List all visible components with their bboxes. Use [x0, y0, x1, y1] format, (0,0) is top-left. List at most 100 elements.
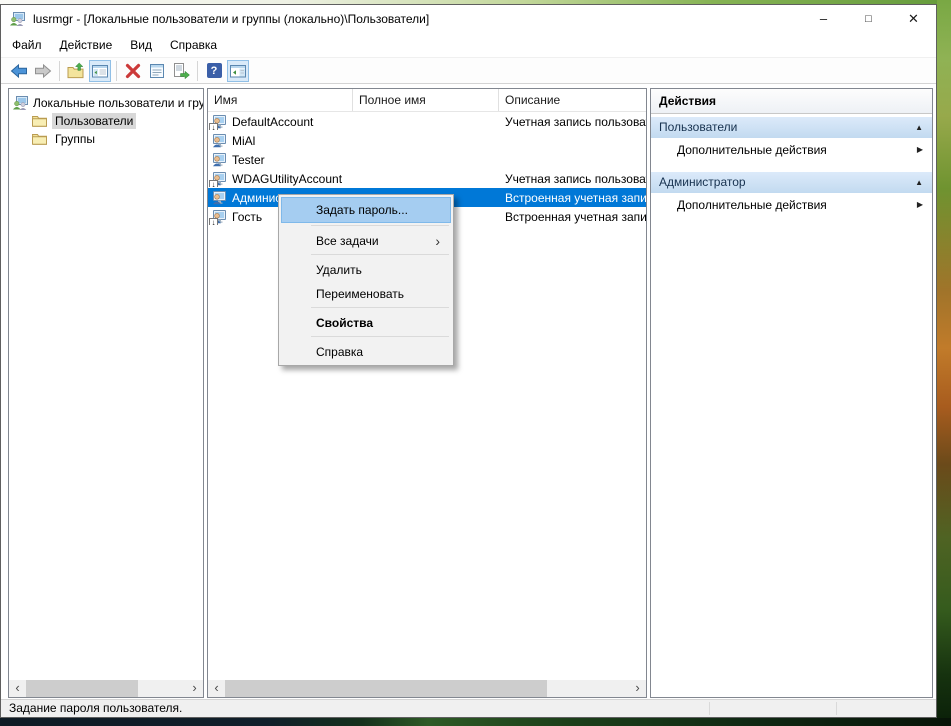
user-name: DefaultAccount	[232, 115, 313, 129]
delete-button[interactable]	[122, 60, 144, 82]
caption-buttons: – □ ✕	[801, 5, 936, 32]
menu-separator	[311, 336, 449, 337]
column-header-fullname[interactable]: Полное имя	[353, 89, 499, 111]
console-body: Локальные пользователи и гру Пользовател…	[1, 84, 936, 699]
user-name: MiAl	[232, 134, 255, 148]
menu-help[interactable]: Справка	[161, 35, 226, 55]
console-tree-toggle-button[interactable]	[89, 60, 111, 82]
scroll-right-icon[interactable]: ›	[186, 680, 203, 697]
scroll-right-icon[interactable]: ›	[629, 680, 646, 697]
menu-view[interactable]: Вид	[121, 35, 161, 55]
toolbar: ?	[1, 57, 936, 84]
titlebar[interactable]: lusrmgr - [Локальные пользователи и груп…	[1, 5, 936, 32]
menu-action[interactable]: Действие	[51, 35, 122, 55]
maximize-button[interactable]: □	[846, 5, 891, 32]
toolbar-separator	[197, 61, 198, 81]
up-folder-button[interactable]	[65, 60, 87, 82]
scroll-left-icon[interactable]: ‹	[9, 680, 26, 697]
action-pane-toggle-icon	[229, 62, 247, 80]
app-icon	[9, 11, 25, 27]
actions-section-administrator-label: Администратор	[659, 175, 746, 189]
toolbar-separator	[116, 61, 117, 81]
user-icon: ↓	[211, 209, 227, 225]
actions-panel: Действия Пользователи ▲ Дополнительные д…	[650, 88, 933, 698]
user-icon: ↓	[211, 114, 227, 130]
user-list-panel: Имя Полное имя Описание ↓ DefaultAccount…	[207, 88, 647, 698]
table-row[interactable]: MiAl	[208, 131, 646, 150]
user-name: WDAGUtilityAccount	[232, 172, 342, 186]
properties-button[interactable]	[146, 60, 168, 82]
menu-file[interactable]: Файл	[3, 35, 51, 55]
context-menu-item-set-password[interactable]: Задать пароль...	[281, 197, 451, 223]
collapse-icon[interactable]: ▲	[915, 117, 923, 138]
maximize-icon: □	[865, 13, 872, 25]
column-header-name[interactable]: Имя	[208, 89, 353, 111]
actions-section-administrator[interactable]: Администратор ▲	[651, 172, 932, 193]
list-header: Имя Полное имя Описание	[208, 89, 646, 112]
minimize-icon: –	[820, 11, 827, 26]
close-icon: ✕	[908, 11, 919, 27]
close-button[interactable]: ✕	[891, 5, 936, 32]
desktop-wallpaper-right	[937, 0, 951, 726]
help-icon: ?	[207, 63, 222, 78]
lusrmgr-window: lusrmgr - [Локальные пользователи и груп…	[0, 4, 937, 718]
submenu-arrow-icon: ▶	[917, 138, 923, 162]
export-list-icon	[172, 62, 190, 80]
table-row[interactable]: Tester	[208, 150, 646, 169]
properties-icon	[148, 62, 166, 80]
user-icon: ↓	[211, 171, 227, 187]
help-button[interactable]: ?	[203, 60, 225, 82]
collapse-icon[interactable]: ▲	[915, 172, 923, 193]
menu-separator	[311, 254, 449, 255]
tree-horizontal-scrollbar[interactable]: ‹ ›	[9, 680, 203, 697]
menu-separator	[311, 307, 449, 308]
list-horizontal-scrollbar[interactable]: ‹ ›	[208, 680, 646, 697]
export-list-button[interactable]	[170, 60, 192, 82]
action-pane-toggle-button[interactable]	[227, 60, 249, 82]
console-tree-toggle-icon	[91, 62, 109, 80]
user-name: Гость	[232, 210, 262, 224]
context-menu-item-delete[interactable]: Удалить	[281, 257, 451, 281]
tree-item-users[interactable]: Пользователи	[32, 112, 203, 130]
tree-item-groups[interactable]: Группы	[32, 130, 203, 148]
scroll-left-icon[interactable]: ‹	[208, 680, 225, 697]
scrollbar-thumb[interactable]	[225, 680, 547, 697]
user-description: Учетная запись пользоват	[499, 172, 646, 186]
local-users-groups-icon	[12, 95, 28, 111]
toolbar-separator	[59, 61, 60, 81]
action-item-more-actions-users[interactable]: Дополнительные действия ▶	[651, 138, 932, 162]
user-icon	[211, 190, 227, 206]
table-row[interactable]: ↓ DefaultAccount Учетная запись пользова…	[208, 112, 646, 131]
minimize-button[interactable]: –	[801, 5, 846, 32]
back-button[interactable]	[8, 60, 30, 82]
tree-root-local-users-groups[interactable]: Локальные пользователи и гру	[12, 93, 203, 112]
context-menu-item-all-tasks[interactable]: Все задачи ›	[281, 228, 451, 252]
context-menu-item-help[interactable]: Справка	[281, 339, 451, 363]
actions-panel-title: Действия	[651, 89, 932, 114]
menubar: Файл Действие Вид Справка	[1, 32, 936, 57]
submenu-arrow-icon: ›	[435, 229, 440, 253]
context-menu-item-properties[interactable]: Свойства	[281, 310, 451, 334]
user-description: Учетная запись пользоват	[499, 115, 646, 129]
actions-section-users[interactable]: Пользователи ▲	[651, 117, 932, 138]
status-text: Задание пароля пользователя.	[9, 701, 182, 715]
forward-button[interactable]	[32, 60, 54, 82]
column-header-description[interactable]: Описание	[499, 89, 646, 111]
user-icon	[211, 133, 227, 149]
user-description: Встроенная учетная запис	[499, 191, 646, 205]
console-tree-panel: Локальные пользователи и гру Пользовател…	[8, 88, 204, 698]
tree-item-groups-label: Группы	[52, 131, 98, 147]
user-name: Tester	[232, 153, 265, 167]
table-row[interactable]: ↓ WDAGUtilityAccount Учетная запись поль…	[208, 169, 646, 188]
action-item-more-actions-administrator[interactable]: Дополнительные действия ▶	[651, 193, 932, 217]
delete-icon	[124, 62, 142, 80]
tree-item-users-label: Пользователи	[52, 113, 136, 129]
scrollbar-thumb[interactable]	[26, 680, 138, 697]
context-menu-item-rename[interactable]: Переименовать	[281, 281, 451, 305]
user-icon	[211, 152, 227, 168]
status-separator	[836, 702, 837, 715]
actions-section-users-label: Пользователи	[659, 120, 737, 134]
up-folder-icon	[67, 62, 85, 80]
disabled-badge-icon: ↓	[209, 123, 218, 130]
back-icon	[10, 62, 28, 80]
